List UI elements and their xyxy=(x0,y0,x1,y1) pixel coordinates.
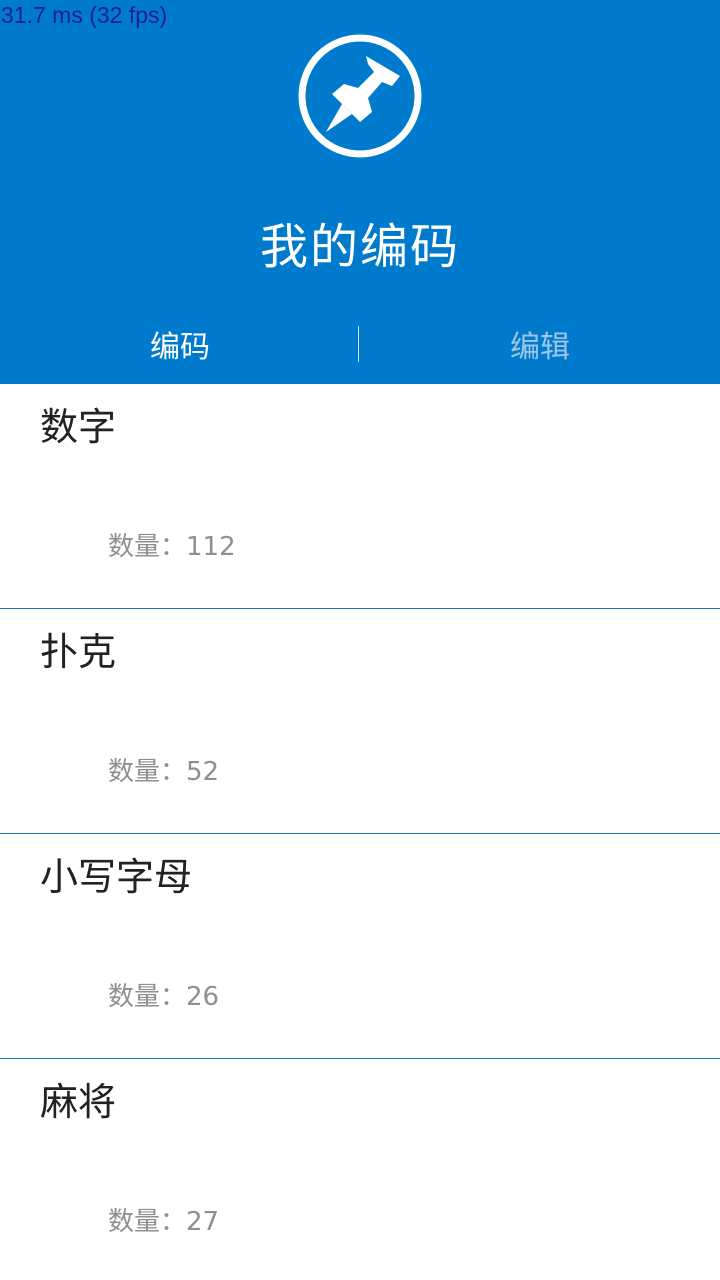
count-value: 112 xyxy=(186,532,236,562)
item-name: 扑克 xyxy=(40,630,117,674)
code-list: 数字 数量：112 扑克 数量：52 小写字母 数量：26 麻将 数量：27 xyxy=(0,384,720,1280)
item-name: 麻将 xyxy=(40,1080,117,1124)
tab-bar: 编码 编辑 xyxy=(0,304,720,384)
count-label: 数量： xyxy=(108,757,187,787)
count-label: 数量： xyxy=(108,532,187,562)
tab-edit[interactable]: 编辑 xyxy=(360,304,720,384)
item-count: 数量：112 xyxy=(108,530,236,564)
item-count: 数量：52 xyxy=(108,755,219,789)
fps-counter: 31.7 ms (32 fps) xyxy=(1,2,168,28)
item-name: 小写字母 xyxy=(40,855,193,899)
tab-divider xyxy=(358,326,359,362)
tab-codes[interactable]: 编码 xyxy=(0,304,360,384)
item-name: 数字 xyxy=(40,405,117,449)
page-title: 我的编码 xyxy=(259,219,460,275)
count-value: 26 xyxy=(186,982,220,1012)
item-count: 数量：27 xyxy=(108,1205,219,1239)
count-label: 数量： xyxy=(108,1207,187,1237)
app-root: 31.7 ms (32 fps) 我的编码 编码 编辑 数字 数量：112 扑克… xyxy=(0,0,720,1280)
count-value: 52 xyxy=(186,757,220,787)
list-item[interactable]: 麻将 数量：27 xyxy=(0,1059,720,1280)
pushpin-icon xyxy=(298,34,422,158)
list-item[interactable]: 扑克 数量：52 xyxy=(0,609,720,834)
item-count: 数量：26 xyxy=(108,980,219,1014)
count-label: 数量： xyxy=(108,982,187,1012)
list-item[interactable]: 小写字母 数量：26 xyxy=(0,834,720,1059)
list-item[interactable]: 数字 数量：112 xyxy=(0,384,720,609)
header: 31.7 ms (32 fps) 我的编码 编码 编辑 xyxy=(0,0,720,384)
count-value: 27 xyxy=(186,1207,220,1237)
